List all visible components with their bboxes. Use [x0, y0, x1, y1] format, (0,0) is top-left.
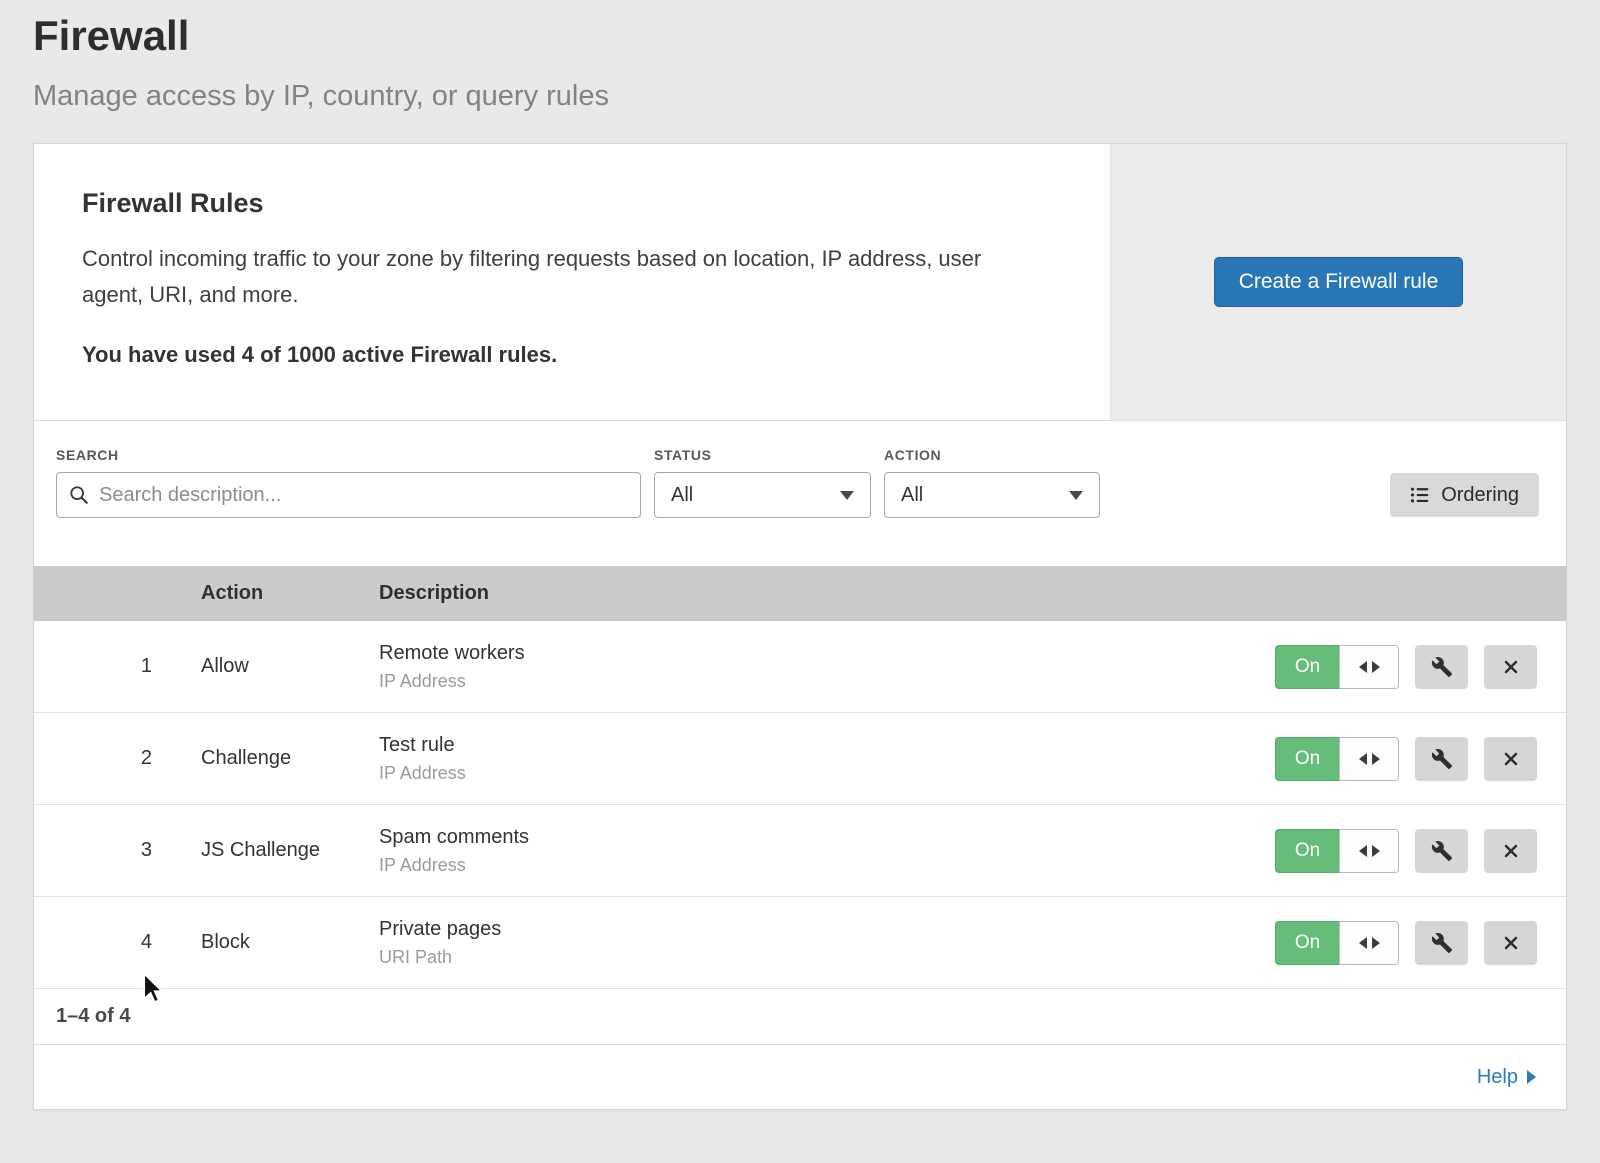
- firewall-card: Firewall Rules Control incoming traffic …: [33, 143, 1567, 1110]
- mouse-cursor-icon: [140, 973, 166, 1003]
- arrow-right-icon: [1527, 1070, 1536, 1084]
- rule-subtitle: IP Address: [379, 763, 1275, 784]
- search-icon: [69, 485, 89, 505]
- edit-rule-button[interactable]: [1415, 921, 1468, 965]
- action-select[interactable]: All: [884, 472, 1100, 518]
- delete-rule-button[interactable]: [1484, 737, 1537, 781]
- search-input[interactable]: [56, 472, 641, 518]
- table-row: 2 Challenge Test rule IP Address On: [34, 713, 1566, 805]
- close-icon: [1501, 933, 1521, 953]
- rule-title: Spam comments: [379, 826, 1275, 849]
- status-select-value: All: [671, 484, 693, 507]
- rule-controls: On: [1275, 829, 1566, 873]
- rule-subtitle: URI Path: [379, 947, 1275, 968]
- card-heading: Firewall Rules: [82, 188, 1062, 219]
- search-label: SEARCH: [56, 447, 641, 463]
- action-select-value: All: [901, 484, 923, 507]
- close-icon: [1501, 841, 1521, 861]
- edit-rule-button[interactable]: [1415, 737, 1468, 781]
- toggle-handle-icon: [1339, 737, 1399, 781]
- card-top-actions: Create a Firewall rule: [1110, 144, 1566, 420]
- rule-description: Private pages URI Path: [379, 918, 1275, 968]
- search-filter: SEARCH: [56, 447, 641, 518]
- help-link[interactable]: Help: [1477, 1066, 1536, 1089]
- status-select[interactable]: All: [654, 472, 871, 518]
- filters-bar: SEARCH STATUS All: [34, 421, 1566, 566]
- edit-rule-button[interactable]: [1415, 645, 1468, 689]
- wrench-icon: [1431, 840, 1453, 862]
- card-description: Control incoming traffic to your zone by…: [82, 241, 1032, 312]
- action-label: ACTION: [884, 447, 1100, 463]
- rule-toggle[interactable]: On: [1275, 737, 1399, 781]
- toggle-handle-icon: [1339, 829, 1399, 873]
- ordering-button[interactable]: Ordering: [1390, 473, 1539, 517]
- card-top-section: Firewall Rules Control incoming traffic …: [34, 144, 1566, 421]
- table-row: 3 JS Challenge Spam comments IP Address …: [34, 805, 1566, 897]
- wrench-icon: [1431, 748, 1453, 770]
- list-icon: [1410, 485, 1430, 505]
- status-label: STATUS: [654, 447, 871, 463]
- toggle-on-label: On: [1275, 921, 1339, 965]
- edit-rule-button[interactable]: [1415, 829, 1468, 873]
- toggle-on-label: On: [1275, 737, 1339, 781]
- rule-number: 3: [34, 839, 152, 862]
- delete-rule-button[interactable]: [1484, 645, 1537, 689]
- page-title: Firewall: [33, 0, 1567, 60]
- help-strip: Help: [34, 1045, 1566, 1109]
- usage-text: You have used 4 of 1000 active Firewall …: [82, 342, 1062, 368]
- toggle-on-label: On: [1275, 645, 1339, 689]
- close-icon: [1501, 749, 1521, 769]
- rule-action: Allow: [201, 655, 379, 678]
- rule-controls: On: [1275, 921, 1566, 965]
- pagination: 1–4 of 4: [34, 989, 1566, 1045]
- page: Firewall Manage access by IP, country, o…: [0, 0, 1600, 1110]
- rule-number: 4: [34, 931, 152, 954]
- action-filter: ACTION All: [884, 447, 1100, 518]
- rule-controls: On: [1275, 737, 1566, 781]
- toggle-handle-icon: [1339, 921, 1399, 965]
- delete-rule-button[interactable]: [1484, 921, 1537, 965]
- table-header: Action Description: [34, 566, 1566, 621]
- rule-action: Block: [201, 931, 379, 954]
- chevron-down-icon: [1069, 491, 1083, 500]
- rule-description: Remote workers IP Address: [379, 642, 1275, 692]
- table-row: 4 Block Private pages URI Path On: [34, 897, 1566, 989]
- close-icon: [1501, 657, 1521, 677]
- wrench-icon: [1431, 656, 1453, 678]
- chevron-down-icon: [840, 491, 854, 500]
- toggle-handle-icon: [1339, 645, 1399, 689]
- table-row: 1 Allow Remote workers IP Address On: [34, 621, 1566, 713]
- rule-title: Remote workers: [379, 642, 1275, 665]
- wrench-icon: [1431, 932, 1453, 954]
- rule-number: 2: [34, 747, 152, 770]
- rule-description: Spam comments IP Address: [379, 826, 1275, 876]
- column-description: Description: [379, 582, 1566, 605]
- rule-action: JS Challenge: [201, 839, 379, 862]
- rule-subtitle: IP Address: [379, 671, 1275, 692]
- rule-toggle[interactable]: On: [1275, 921, 1399, 965]
- rule-number: 1: [34, 655, 152, 678]
- create-firewall-rule-button[interactable]: Create a Firewall rule: [1214, 257, 1464, 307]
- rule-toggle[interactable]: On: [1275, 645, 1399, 689]
- rule-title: Test rule: [379, 734, 1275, 757]
- rule-description: Test rule IP Address: [379, 734, 1275, 784]
- rule-title: Private pages: [379, 918, 1275, 941]
- toggle-on-label: On: [1275, 829, 1339, 873]
- rule-action: Challenge: [201, 747, 379, 770]
- page-subtitle: Manage access by IP, country, or query r…: [33, 80, 1567, 113]
- ordering-button-label: Ordering: [1441, 484, 1519, 507]
- status-filter: STATUS All: [654, 447, 871, 518]
- help-link-label: Help: [1477, 1066, 1518, 1089]
- column-action: Action: [201, 582, 379, 605]
- rule-subtitle: IP Address: [379, 855, 1275, 876]
- delete-rule-button[interactable]: [1484, 829, 1537, 873]
- rule-toggle[interactable]: On: [1275, 829, 1399, 873]
- card-top-info: Firewall Rules Control incoming traffic …: [34, 144, 1110, 420]
- rule-controls: On: [1275, 645, 1566, 689]
